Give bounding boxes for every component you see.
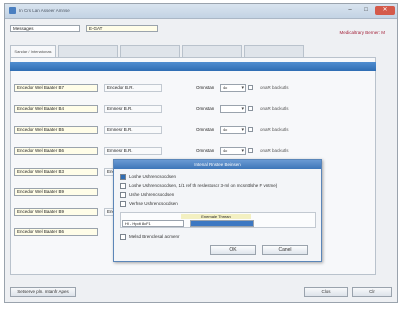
row-4-checkbox[interactable] [248, 148, 253, 153]
header-right-text: Medicaltrary Berner: M [339, 30, 385, 35]
dialog-option-3[interactable]: Ushe Ushrencsocdsen [120, 192, 174, 198]
row-4-select-value: 4c [223, 148, 228, 153]
row-3-select-value: 4c [223, 127, 228, 132]
dialog-option-4-label: Verhse Ushrencsocdsen [129, 201, 178, 207]
row-2-readonly: Emnesr B.R. [104, 105, 162, 113]
row-6-input[interactable]: Encedor Wel Baater B9 [14, 188, 98, 196]
dialog-option-2-label: Loshe Ushrencsocdsen, 1/1 ref th reslest… [129, 183, 278, 189]
row-1-select[interactable]: 4c ▾ [220, 84, 246, 92]
row-3-checkbox[interactable] [248, 127, 253, 132]
close-dialog-button[interactable]: Clos [304, 287, 348, 297]
dialog-note-label: Melsd Brenclesal acmenr [129, 234, 180, 240]
panel-header-bar [10, 62, 376, 71]
dialog-option-4[interactable]: Verhse Ushrencsocdsen [120, 201, 178, 207]
app-icon [9, 7, 16, 14]
subpanel-header: Enemale Threan [181, 214, 251, 219]
dialog-title: Intenal Rnstee Beinsen [114, 160, 321, 169]
close-button[interactable]: ✕ [375, 6, 395, 15]
row-1-cell: Omnstan 4c ▾ [196, 84, 256, 92]
dialog-cancel-button[interactable]: Canel [262, 245, 308, 255]
chevron-down-icon: ▾ [241, 148, 244, 154]
row-3-cell: Omnstan 4c ▾ [196, 126, 256, 134]
row-2-select[interactable]: ▾ [220, 105, 246, 113]
row-3-readonly: Emnesr B.R. [104, 126, 162, 134]
checkbox-icon [120, 192, 126, 198]
title-bar[interactable]: In Crs Lan Asseer Amnse – □ ✕ [5, 4, 397, 19]
checkbox-icon [120, 201, 126, 207]
chevron-down-icon: ▾ [241, 127, 244, 133]
row-1-select-value: 4c [223, 85, 228, 90]
dialog-select-right[interactable] [190, 220, 254, 227]
row-1-trail: onaR backutls [260, 85, 289, 90]
row-2-label: Omnstan [196, 106, 215, 111]
name-label-field: Messages [10, 25, 80, 32]
dialog-option-2[interactable]: Loshe Ushrencsocdsen, 1/1 ref th reslest… [120, 183, 277, 189]
row-4-trail: onaR backutls [260, 148, 289, 153]
tab-3[interactable] [120, 45, 180, 57]
tab-5[interactable] [244, 45, 304, 57]
dialog-option-1-label: Loshe Ushrencsocdsen [129, 174, 177, 180]
row-1-checkbox[interactable] [248, 85, 253, 90]
row-1-readonly: Encedor B.R. [104, 84, 162, 92]
checkbox-icon [120, 183, 126, 189]
row-4-readonly: Emnesr B.R. [104, 147, 162, 155]
tab-strip: Sandar / Intenatonas [10, 45, 376, 58]
row-4-cell: Omnstan 4c ▾ [196, 147, 256, 155]
row-3-label: Omnstan [196, 127, 215, 132]
row-2-select-value [221, 106, 223, 111]
minimize-button[interactable]: – [343, 6, 357, 15]
row-3-trail: onaR backutls [260, 127, 289, 132]
row-1-label: Omnstan [196, 85, 215, 90]
row-3-input[interactable]: Encedor Wel Baater B5 [14, 126, 98, 134]
checkbox-icon [120, 174, 126, 180]
row-1-input[interactable]: Encedor Wel Baater B7 [14, 84, 98, 92]
row-8-input[interactable]: Encedor Wel Baater B6 [14, 228, 98, 236]
row-3-select[interactable]: 4c ▾ [220, 126, 246, 134]
window-title: In Crs Lan Asseer Amnse [19, 8, 70, 13]
row-7-input[interactable]: Encedor Wel Baater B9 [14, 208, 98, 216]
options-dialog: Intenal Rnstee Beinsen Loshe Ushrencsocd… [113, 159, 322, 262]
clear-button[interactable]: Clr [352, 287, 392, 297]
row-2-trail: onaR backutls [260, 106, 289, 111]
row-2-checkbox[interactable] [248, 106, 253, 111]
row-4-label: Omnstan [196, 148, 215, 153]
checkbox-icon [120, 234, 126, 240]
row-5-input[interactable]: Encedor Wel Baater B3 [14, 168, 98, 176]
maximize-button[interactable]: □ [359, 6, 373, 15]
dialog-select-left[interactable]: Hl - Hpdt 8cF1 [122, 220, 184, 227]
dialog-option-1[interactable]: Loshe Ushrencsocdsen [120, 174, 176, 180]
tab-2[interactable] [58, 45, 118, 57]
name-value-field[interactable]: E-GAT [86, 25, 158, 32]
row-4-input[interactable]: Encedor Wel Baater B6 [14, 147, 98, 155]
dialog-note-option[interactable]: Melsd Brenclesal acmenr [120, 234, 180, 240]
chevron-down-icon: ▾ [241, 85, 244, 91]
dialog-option-3-label: Ushe Ushrencsocdsen [129, 192, 175, 198]
row-2-input[interactable]: Encedor Wel Baater B4 [14, 105, 98, 113]
chevron-down-icon: ▾ [241, 106, 244, 112]
row-2-cell: Omnstan ▾ [196, 105, 256, 113]
dialog-ok-button[interactable]: OK [210, 245, 256, 255]
row-4-select[interactable]: 4c ▾ [220, 147, 246, 155]
setserve-button[interactable]: Setserve pln. mtanfr Apes [10, 287, 76, 297]
tab-4[interactable] [182, 45, 242, 57]
